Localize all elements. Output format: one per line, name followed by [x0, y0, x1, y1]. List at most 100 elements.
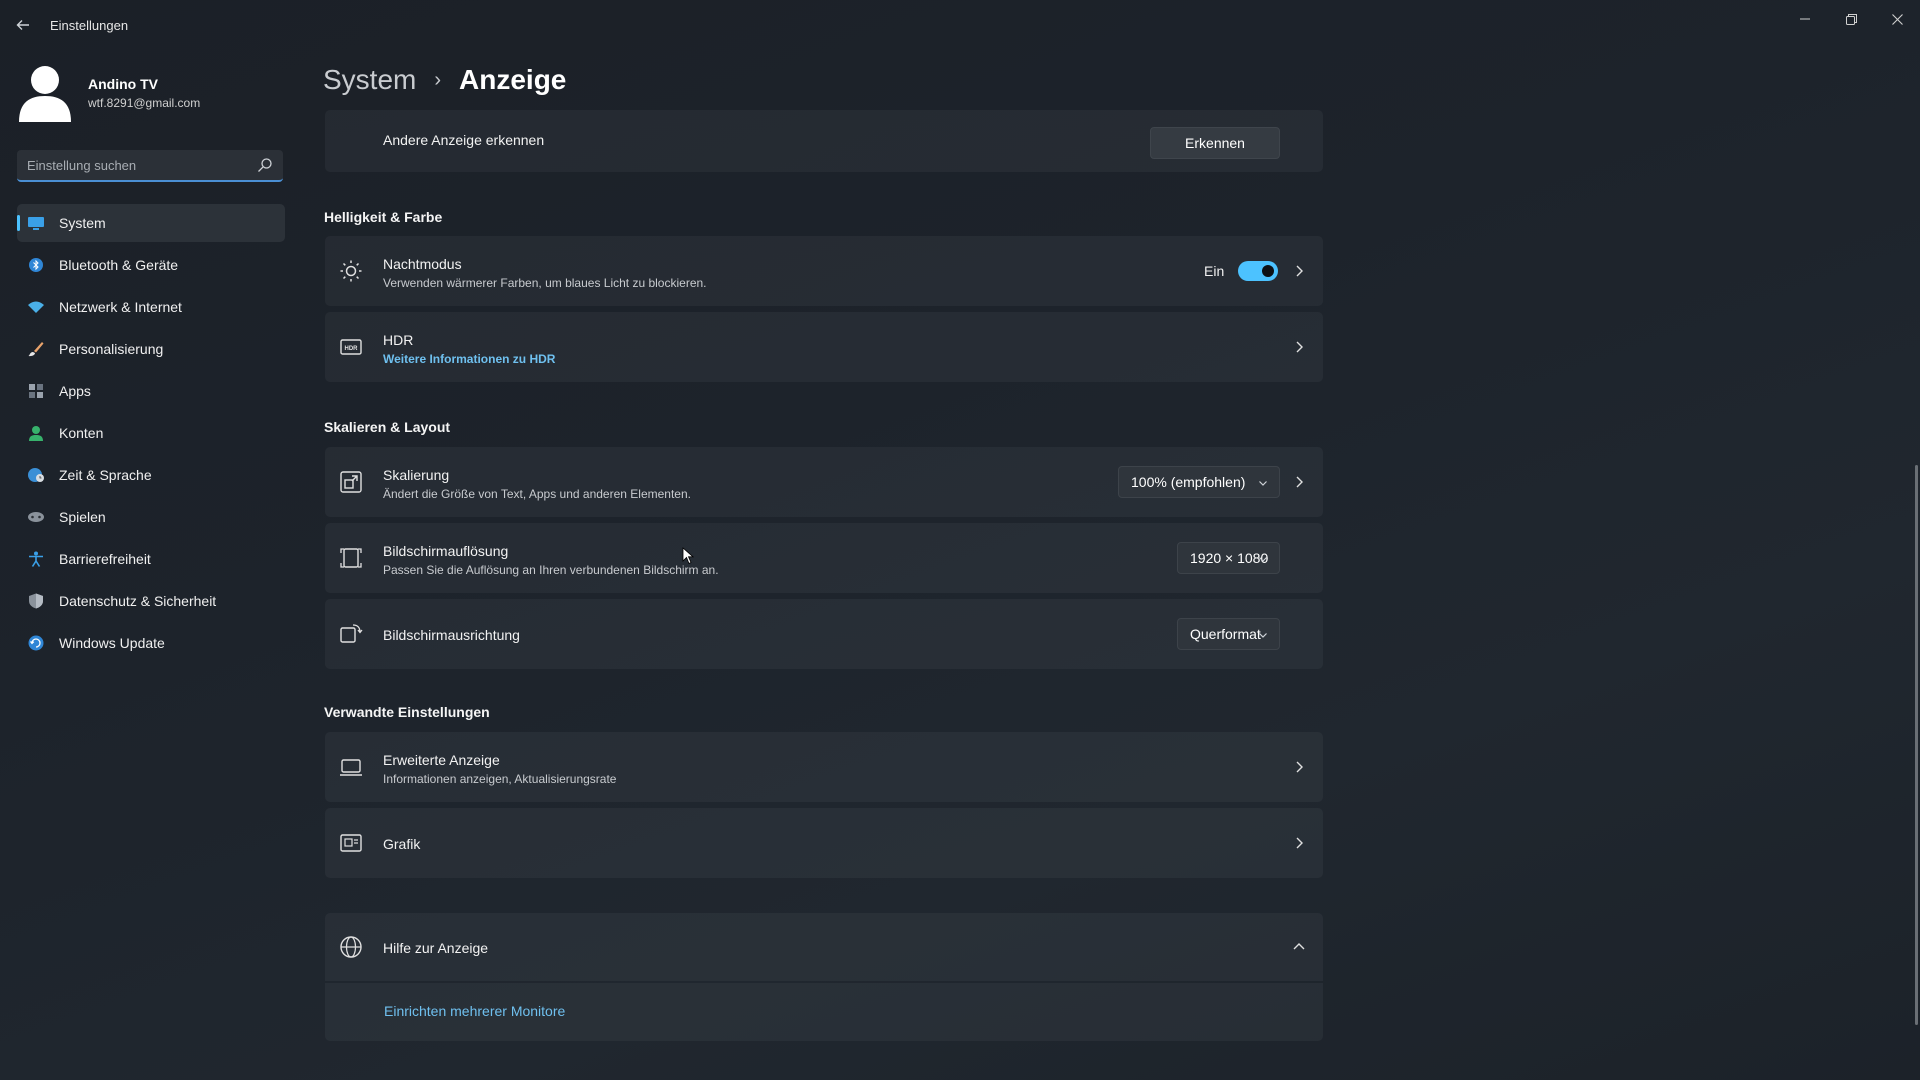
close-icon [1891, 13, 1903, 25]
sidebar-item-label: Personalisierung [59, 341, 164, 357]
close-button[interactable] [1874, 4, 1920, 34]
search-box[interactable] [17, 150, 283, 182]
restore-button[interactable] [1828, 4, 1874, 34]
nightmode-subtitle: Verwenden wärmerer Farben, um blaues Lic… [383, 276, 707, 290]
sun-icon [340, 260, 362, 282]
chevron-right-icon [1296, 761, 1303, 773]
multi-monitor-link[interactable]: Einrichten mehrerer Monitore [384, 1003, 565, 1019]
sidebar-item-bluetooth[interactable]: Bluetooth & Geräte [17, 246, 285, 284]
section-scaling: Skalieren & Layout [324, 419, 451, 435]
toggle-knob [1262, 265, 1274, 277]
nightmode-state-label: Ein [1204, 263, 1225, 279]
orientation-title: Bildschirmausrichtung [383, 627, 520, 643]
sidebar-item-privacy[interactable]: Datenschutz & Sicherheit [17, 582, 285, 620]
section-brightness: Helligkeit & Farbe [324, 209, 443, 225]
graphics-title: Grafik [383, 836, 421, 852]
shield-icon [29, 593, 43, 609]
accessibility-icon [29, 551, 43, 567]
minimize-icon [1800, 18, 1810, 20]
globe-clock-icon [28, 468, 44, 482]
help-card-body: Einrichten mehrerer Monitore [325, 983, 1323, 1041]
profile-email: wtf.8291@gmail.com [88, 96, 201, 110]
sidebar-item-apps[interactable]: Apps [17, 372, 285, 410]
wifi-icon [28, 301, 44, 313]
sidebar-item-label: Spielen [59, 509, 106, 525]
chevron-right-icon [1296, 476, 1303, 488]
restore-icon [1845, 13, 1857, 25]
scale-value: 100% (empfohlen) [1131, 474, 1246, 490]
sidebar-item-gaming[interactable]: Spielen [17, 498, 285, 536]
advanced-display-title: Erweiterte Anzeige [383, 752, 500, 768]
globe-help-icon [340, 936, 362, 958]
scale-card[interactable]: Skalierung Ändert die Größe von Text, Ap… [325, 447, 1323, 517]
apps-icon [29, 384, 43, 398]
minimize-button[interactable] [1782, 4, 1828, 34]
avatar [19, 66, 71, 122]
hdr-card[interactable]: HDR HDR Weitere Informationen zu HDR [325, 312, 1323, 382]
resolution-subtitle: Passen Sie die Auflösung an Ihren verbun… [383, 563, 719, 577]
user-profile[interactable]: Andino TV wtf.8291@gmail.com [18, 62, 278, 128]
sidebar-item-accounts[interactable]: Konten [17, 414, 285, 452]
chevron-down-icon [1259, 633, 1267, 638]
sidebar-item-accessibility[interactable]: Barrierefreiheit [17, 540, 285, 578]
nightmode-toggle[interactable] [1238, 261, 1278, 281]
chevron-down-icon [1259, 481, 1267, 486]
sidebar-item-label: Bluetooth & Geräte [59, 257, 179, 273]
sidebar-item-label: Barrierefreiheit [59, 551, 151, 567]
scale-subtitle: Ändert die Größe von Text, Apps und ande… [383, 487, 691, 501]
graphics-icon [340, 834, 362, 852]
chevron-right-icon [1296, 265, 1303, 277]
sidebar-item-label: System [59, 215, 106, 231]
advanced-display-card[interactable]: Erweiterte Anzeige Informationen anzeige… [325, 732, 1323, 802]
chevron-down-icon [1259, 557, 1267, 562]
scrollbar[interactable] [1915, 465, 1918, 1025]
monitor-icon [28, 217, 44, 230]
orientation-dropdown[interactable]: Querformat [1177, 618, 1280, 650]
scale-dropdown[interactable]: 100% (empfohlen) [1118, 466, 1280, 498]
sidebar-item-system[interactable]: System [17, 204, 285, 242]
update-icon [28, 635, 44, 651]
section-related: Verwandte Einstellungen [324, 704, 490, 720]
hdr-info-link[interactable]: Weitere Informationen zu HDR [383, 352, 555, 366]
sidebar-item-time-language[interactable]: Zeit & Sprache [17, 456, 285, 494]
gamepad-icon [28, 512, 44, 522]
chevron-right-icon [1296, 341, 1303, 353]
resolution-card: Bildschirmauflösung Passen Sie die Auflö… [325, 523, 1323, 593]
breadcrumb-parent[interactable]: System [323, 64, 416, 96]
detect-button[interactable]: Erkennen [1150, 127, 1280, 159]
page-title: Anzeige [459, 64, 567, 95]
brush-icon [28, 342, 44, 357]
hdr-icon: HDR [340, 339, 362, 355]
resolution-dropdown[interactable]: 1920 × 1080 [1177, 542, 1280, 574]
back-arrow-icon [16, 20, 29, 30]
laptop-icon [340, 759, 362, 776]
sidebar-item-label: Netzwerk & Internet [59, 299, 182, 315]
chevron-right-icon [1296, 837, 1303, 849]
orientation-value: Querformat [1190, 626, 1261, 642]
sidebar-item-label: Datenschutz & Sicherheit [59, 593, 217, 609]
sidebar-item-label: Windows Update [59, 635, 165, 651]
user-icon [29, 426, 43, 441]
detect-display-card: Andere Anzeige erkennen Erkennen [325, 110, 1323, 172]
search-input[interactable] [17, 150, 247, 180]
breadcrumb-separator: › [434, 68, 442, 91]
sidebar-item-network[interactable]: Netzwerk & Internet [17, 288, 285, 326]
chevron-up-icon [1293, 943, 1305, 950]
sidebar-item-label: Zeit & Sprache [59, 467, 152, 483]
orientation-icon [340, 624, 363, 643]
sidebar-item-label: Apps [59, 383, 91, 399]
scale-icon [340, 471, 362, 493]
title-bar: Einstellungen [0, 0, 1920, 50]
nightmode-card[interactable]: Nachtmodus Verwenden wärmerer Farben, um… [325, 236, 1323, 306]
breadcrumb: System › Anzeige [323, 58, 566, 102]
sidebar-nav: System Bluetooth & Geräte Netzwerk & Int… [17, 204, 285, 666]
sidebar-item-windows-update[interactable]: Windows Update [17, 624, 285, 662]
scale-title: Skalierung [383, 467, 450, 483]
sidebar-item-personalization[interactable]: Personalisierung [17, 330, 285, 368]
advanced-display-subtitle: Informationen anzeigen, Aktualisierungsr… [383, 772, 617, 786]
help-card-header[interactable]: Hilfe zur Anzeige [325, 913, 1323, 981]
back-button[interactable] [10, 12, 36, 38]
graphics-card[interactable]: Grafik [325, 808, 1323, 878]
search-icon[interactable] [257, 157, 273, 173]
resolution-icon [340, 548, 362, 568]
